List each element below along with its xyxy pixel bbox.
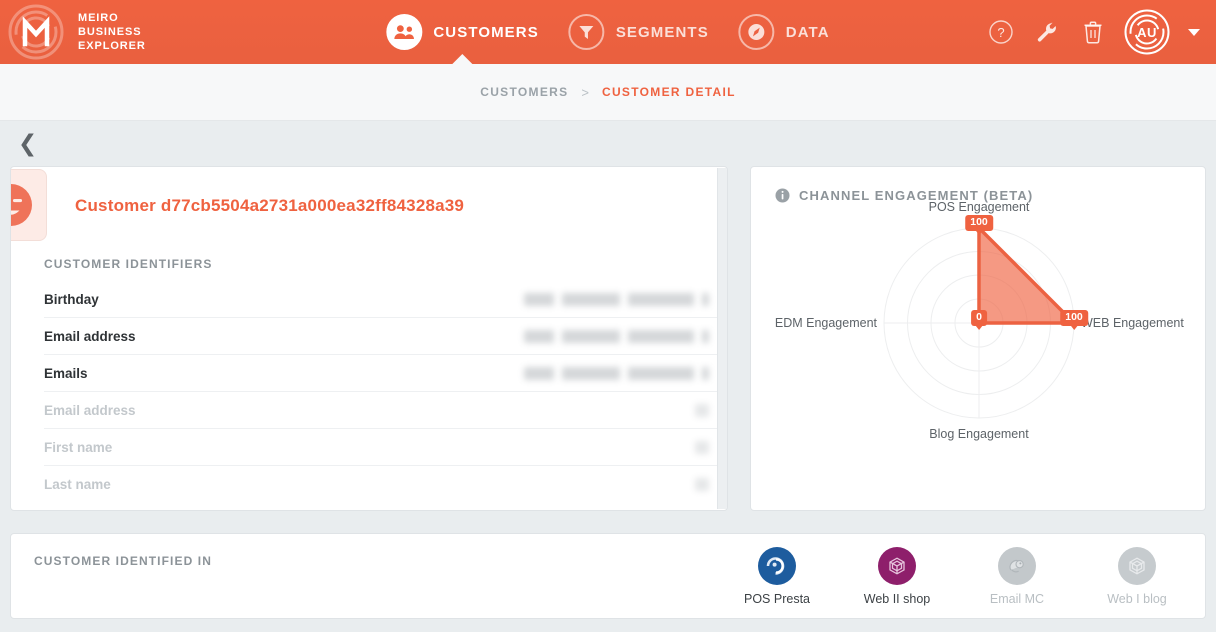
svg-text:?: ? bbox=[997, 25, 1004, 40]
radar-value-badge-web: 100 bbox=[1060, 310, 1088, 329]
tools-button[interactable] bbox=[1032, 17, 1062, 47]
brand-name-line-3: EXPLORER bbox=[78, 40, 146, 52]
brand-name-line-2: BUSINESS bbox=[78, 26, 142, 38]
brand-name: MEIRO BUSINESS EXPLORER bbox=[78, 11, 146, 53]
help-button[interactable]: ? bbox=[986, 17, 1016, 47]
identifier-key: Emails bbox=[44, 365, 88, 381]
identifier-value-empty bbox=[695, 403, 709, 417]
table-row[interactable]: Email address bbox=[44, 318, 727, 355]
table-row[interactable]: Birthday bbox=[44, 281, 727, 318]
identifiers-table: Birthday Email address Emails Email addr… bbox=[11, 281, 727, 503]
nav-item-segments[interactable]: SEGMENTS bbox=[568, 0, 709, 64]
radar-value-badge-center: 0 bbox=[971, 310, 987, 329]
question-mark-circle-icon: ? bbox=[989, 20, 1013, 44]
table-row[interactable]: First name bbox=[44, 429, 727, 466]
hexagon-blog-icon bbox=[1118, 547, 1156, 585]
active-tab-indicator bbox=[451, 54, 474, 65]
identifier-key: First name bbox=[44, 439, 113, 455]
identifier-value-redacted bbox=[524, 329, 709, 343]
radar-chart: POS Engagement WEB Engagement Blog Engag… bbox=[751, 200, 1207, 483]
page-title: Customer d77cb5504a2731a000ea32ff84328a3… bbox=[75, 196, 465, 215]
identifier-key: Birthday bbox=[44, 291, 99, 307]
table-row[interactable]: Emails bbox=[44, 355, 727, 392]
winking-face-icon bbox=[11, 184, 32, 226]
top-navigation-bar: MEIRO BUSINESS EXPLORER CUSTOMERS SEGMEN… bbox=[0, 0, 1216, 65]
brand-name-line-1: MEIRO bbox=[78, 12, 119, 24]
identifiers-scrollbar[interactable] bbox=[717, 168, 727, 509]
wrench-icon bbox=[1037, 22, 1056, 42]
radar-axis-label-edm: EDM Engagement bbox=[774, 316, 877, 330]
nav-label-segments: SEGMENTS bbox=[615, 23, 709, 41]
identifier-key: Email address bbox=[44, 328, 136, 344]
trash-icon bbox=[1084, 21, 1102, 44]
radar-axis-label-blog: Blog Engagement bbox=[929, 427, 1029, 441]
radar-axis-label-pos: POS Engagement bbox=[928, 200, 1030, 214]
table-row[interactable]: Last name bbox=[44, 466, 727, 503]
user-avatar[interactable]: AU bbox=[1124, 9, 1170, 55]
identifier-value-empty bbox=[695, 478, 709, 491]
source-email-mc[interactable]: Email MC bbox=[982, 547, 1052, 606]
source-web-ii-shop[interactable]: Web II shop bbox=[862, 547, 932, 606]
identifier-value-redacted bbox=[524, 292, 709, 306]
radar-series-polygon bbox=[977, 226, 1076, 325]
user-avatar-initials: AU bbox=[1137, 24, 1157, 40]
channel-engagement-header: CHANNEL ENGAGEMENT (BETA) bbox=[751, 167, 1205, 203]
meiro-maze-logo-icon bbox=[8, 4, 64, 60]
breadcrumb-bar: CUSTOMERS > CUSTOMER DETAIL bbox=[0, 64, 1216, 121]
chevron-right-icon: > bbox=[581, 84, 589, 100]
top-bar-actions: ? AU bbox=[986, 9, 1200, 55]
trash-button[interactable] bbox=[1078, 17, 1108, 47]
main-navigation: CUSTOMERS SEGMENTS DATA bbox=[386, 0, 830, 65]
identifier-key: Email address bbox=[44, 402, 136, 418]
prestashop-icon bbox=[758, 547, 796, 585]
page-content: ❮ Customer d77cb5504a2731a000ea32ff84328… bbox=[0, 121, 1216, 619]
source-label: POS Presta bbox=[744, 592, 810, 606]
nav-item-customers[interactable]: CUSTOMERS bbox=[386, 0, 539, 65]
source-label: Email MC bbox=[989, 592, 1045, 606]
source-pos-presta[interactable]: POS Presta bbox=[742, 547, 812, 606]
hexagon-web-icon bbox=[878, 547, 916, 585]
source-web-i-blog[interactable]: Web I blog bbox=[1102, 547, 1172, 606]
back-row: ❮ bbox=[10, 121, 1206, 166]
breadcrumb-customer-detail: CUSTOMER DETAIL bbox=[602, 85, 736, 99]
source-label: Web I blog bbox=[1107, 592, 1167, 606]
funnel-icon bbox=[568, 14, 605, 50]
source-list: POS Presta Web II shop Email MC Web I bl… bbox=[742, 534, 1205, 606]
customer-identifiers-label: CUSTOMER IDENTIFIERS bbox=[44, 257, 213, 271]
mailchimp-icon bbox=[998, 547, 1036, 585]
avatar bbox=[11, 169, 47, 241]
detail-columns: Customer d77cb5504a2731a000ea32ff84328a3… bbox=[10, 166, 1206, 511]
gauge-icon bbox=[738, 14, 775, 50]
identifier-value-empty bbox=[695, 440, 709, 454]
brand-logo[interactable]: MEIRO BUSINESS EXPLORER bbox=[8, 4, 146, 60]
radar-value-badge-pos: 100 bbox=[965, 215, 993, 234]
chevron-down-icon[interactable] bbox=[1188, 28, 1200, 36]
identifier-key: Last name bbox=[44, 477, 111, 492]
customer-header: Customer d77cb5504a2731a000ea32ff84328a3… bbox=[11, 167, 727, 245]
customers-group-icon bbox=[386, 14, 423, 50]
info-circle-icon bbox=[775, 188, 790, 203]
nav-item-data[interactable]: DATA bbox=[738, 0, 830, 64]
breadcrumb-customers[interactable]: CUSTOMERS bbox=[480, 85, 568, 99]
source-label: Web II shop bbox=[863, 592, 931, 606]
identifier-value-redacted bbox=[524, 366, 709, 380]
chevron-left-icon[interactable]: ❮ bbox=[18, 132, 37, 155]
radar-axis-label-web: WEB Engagement bbox=[1081, 316, 1184, 330]
breadcrumb: CUSTOMERS > CUSTOMER DETAIL bbox=[480, 85, 735, 100]
customer-identifiers-card: Customer d77cb5504a2731a000ea32ff84328a3… bbox=[10, 166, 728, 511]
nav-label-data: DATA bbox=[785, 23, 830, 41]
radar-chart-canvas bbox=[883, 226, 1076, 419]
customer-identified-in-label: CUSTOMER IDENTIFIED IN bbox=[34, 554, 212, 568]
nav-label-customers: CUSTOMERS bbox=[433, 23, 539, 41]
table-row[interactable]: Email address bbox=[44, 392, 727, 429]
customer-identified-in-card: CUSTOMER IDENTIFIED IN POS Presta Web II… bbox=[10, 533, 1206, 619]
channel-engagement-card: CHANNEL ENGAGEMENT (BETA) POS Engagement… bbox=[750, 166, 1206, 511]
